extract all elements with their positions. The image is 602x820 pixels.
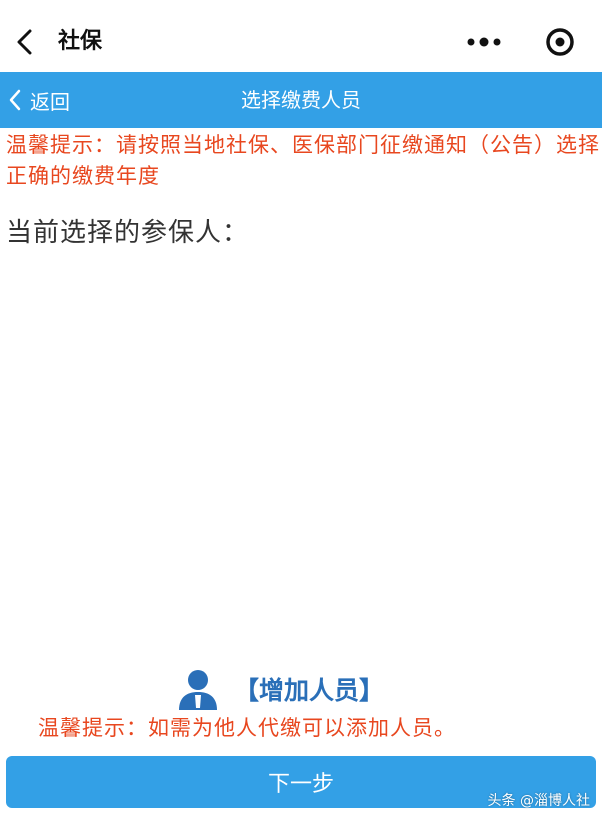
back-button[interactable]: [8, 24, 40, 60]
notice-top: 温馨提示：请按照当地社保、医保部门征缴通知（公告）选择正确的缴费年度: [6, 133, 600, 188]
page-title: 选择缴费人员: [241, 88, 361, 112]
page-header: 返回 选择缴费人员: [0, 72, 602, 128]
notice-bottom: 温馨提示：如需为他人代缴可以添加人员。: [38, 716, 456, 740]
selected-insured-label: 当前选择的参保人：: [6, 218, 250, 248]
top-bar: 社保: [0, 0, 602, 72]
target-icon: [546, 28, 574, 56]
app-title: 社保: [58, 29, 103, 54]
watermark: 头条 @淄博人社: [487, 793, 590, 809]
insured-list: [0, 250, 602, 660]
chevron-left-icon: [17, 29, 32, 55]
person-icon: [179, 670, 217, 710]
add-person-button[interactable]: 【增加人员】: [176, 665, 384, 713]
more-button[interactable]: [462, 28, 506, 56]
more-dots-icon: [467, 37, 501, 47]
close-miniprogram-button[interactable]: [542, 24, 578, 60]
add-person-label: 【增加人员】: [234, 676, 385, 705]
